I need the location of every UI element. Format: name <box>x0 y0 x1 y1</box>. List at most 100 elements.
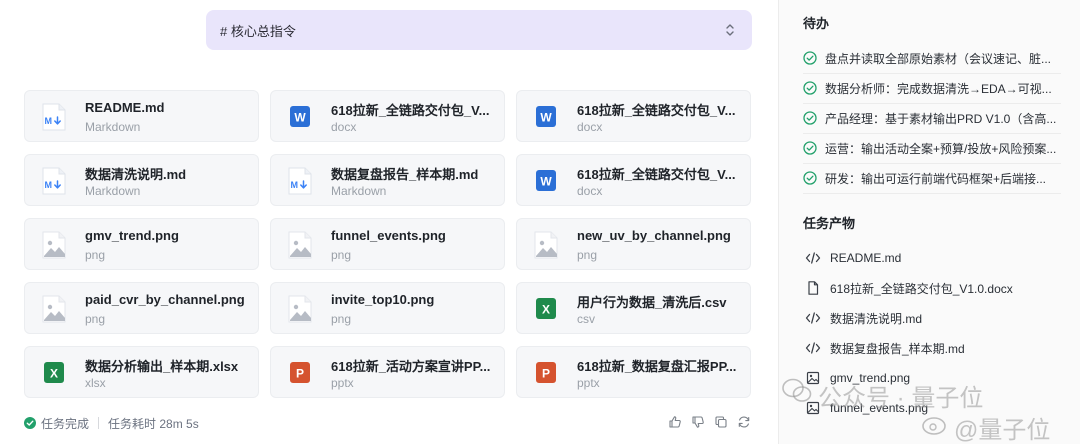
code-icon <box>805 251 821 265</box>
file-name: gmv_trend.png <box>85 228 179 243</box>
check-circle-icon <box>803 81 817 95</box>
file-type: docx <box>331 120 357 134</box>
file-card[interactable]: funnel_events.pngpng <box>270 218 505 270</box>
todo-item[interactable]: 产品经理：基于素材输出PRD V1.0（含高... <box>803 108 1056 128</box>
file-name: 数据复盘报告_样本期.md <box>331 167 479 182</box>
divider <box>803 163 1061 164</box>
file-card[interactable]: W 618拉新_全链路交付包_V...docx <box>516 90 751 142</box>
file-type: png <box>331 248 352 262</box>
image-icon <box>805 371 821 385</box>
image-file-icon <box>287 295 313 323</box>
check-circle-icon <box>24 417 36 429</box>
svg-text:P: P <box>296 367 304 381</box>
thumbs-down-icon[interactable] <box>691 415 705 429</box>
file-card[interactable]: P 618拉新_数据复盘汇报PP...pptx <box>516 346 751 398</box>
image-icon <box>805 401 821 415</box>
file-name: 618拉新_全链路交付包_V... <box>331 103 490 118</box>
file-type: png <box>331 312 352 326</box>
file-name: 618拉新_全链路交付包_V... <box>577 167 736 182</box>
file-name: 618拉新_全链路交付包_V... <box>577 103 736 118</box>
image-file-icon <box>41 231 67 259</box>
svg-text:P: P <box>542 367 550 381</box>
product-label: gmv_trend.png <box>830 371 911 385</box>
todo-item[interactable]: 研发：输出可运行前端代码框架+后端接... <box>803 168 1046 188</box>
divider <box>803 133 1061 134</box>
product-item[interactable]: 数据复盘报告_样本期.md <box>805 339 965 357</box>
file-card[interactable]: M 数据复盘报告_样本期.md Markdown <box>270 154 505 206</box>
product-item[interactable]: gmv_trend.png <box>805 369 910 387</box>
file-name: funnel_events.png <box>331 228 446 243</box>
check-circle-icon <box>803 141 817 155</box>
file-type: png <box>577 248 598 262</box>
product-label: 数据清洗说明.md <box>830 311 923 326</box>
divider <box>803 103 1061 104</box>
file-name: 用户行为数据_清洗后.csv <box>577 295 727 310</box>
file-type: Markdown <box>331 184 387 198</box>
file-card[interactable]: X 用户行为数据_清洗后.csvcsv <box>516 282 751 334</box>
todo-label: 运营：输出活动全案+预算/投放+风险预案... <box>825 141 1057 156</box>
excel-file-icon: X <box>41 359 67 387</box>
file-card[interactable]: W 618拉新_全链路交付包_V...docx <box>516 154 751 206</box>
file-type: Markdown <box>85 120 141 134</box>
file-card[interactable]: W 618拉新_全链路交付包_V...docx <box>270 90 505 142</box>
file-card[interactable]: new_uv_by_channel.pngpng <box>516 218 751 270</box>
document-icon <box>805 281 821 295</box>
file-type: png <box>85 312 106 326</box>
file-card[interactable]: P 618拉新_活动方案宣讲PP... pptx <box>270 346 505 398</box>
regenerate-icon[interactable] <box>737 415 751 429</box>
file-card[interactable]: X 数据分析输出_样本期.xlsx xlsx <box>24 346 259 398</box>
file-name: paid_cvr_by_channel.png <box>85 292 245 307</box>
copy-icon[interactable] <box>714 415 728 429</box>
svg-text:W: W <box>540 111 552 125</box>
file-type: pptx <box>577 376 600 390</box>
todo-item[interactable]: 数据分析师：完成数据清洗→EDA→可视... <box>803 78 1052 98</box>
file-card[interactable]: gmv_trend.pngpng <box>24 218 259 270</box>
section-header[interactable]: # 核心总指令 <box>206 10 752 50</box>
todo-label: 研发：输出可运行前端代码框架+后端接... <box>825 171 1047 186</box>
product-label: 618拉新_全链路交付包_V1.0.docx <box>830 281 1013 296</box>
check-circle-icon <box>803 171 817 185</box>
markdown-file-icon: M <box>41 103 67 131</box>
powerpoint-file-icon: P <box>533 359 559 387</box>
svg-text:X: X <box>50 367 58 381</box>
todo-item[interactable]: 盘点并读取全部原始素材（会议速记、脏... <box>803 48 1051 68</box>
file-card[interactable]: invite_top10.pngpng <box>270 282 505 334</box>
todo-section-title: 待办 <box>803 16 830 31</box>
product-label: funnel_events.png <box>830 401 929 415</box>
file-type: docx <box>577 184 603 198</box>
check-circle-icon <box>803 51 817 65</box>
task-status-text: 任务完成 <box>41 416 90 431</box>
svg-text:W: W <box>540 175 552 189</box>
expand-collapse-icon[interactable] <box>724 23 736 37</box>
feedback-actions <box>668 415 751 429</box>
markdown-file-icon: M <box>41 167 67 195</box>
divider <box>98 417 100 429</box>
product-label: 数据复盘报告_样本期.md <box>830 341 965 356</box>
image-file-icon <box>533 231 559 259</box>
todo-label: 盘点并读取全部原始素材（会议速记、脏... <box>825 51 1052 66</box>
file-type: pptx <box>331 376 354 390</box>
code-icon <box>805 341 821 355</box>
todo-label: 数据分析师：完成数据清洗→EDA→可视... <box>825 81 1052 96</box>
powerpoint-file-icon: P <box>287 359 313 387</box>
product-item[interactable]: 数据清洗说明.md <box>805 309 922 327</box>
todo-label: 产品经理：基于素材输出PRD V1.0（含高... <box>825 111 1057 126</box>
svg-text:X: X <box>542 303 550 317</box>
file-name: invite_top10.png <box>331 292 435 307</box>
file-card[interactable]: paid_cvr_by_channel.pngpng <box>24 282 259 334</box>
file-card[interactable]: M README.md Markdown <box>24 90 259 142</box>
file-name: new_uv_by_channel.png <box>577 228 731 243</box>
word-file-icon: W <box>533 167 559 195</box>
word-file-icon: W <box>287 103 313 131</box>
file-type: docx <box>577 120 603 134</box>
file-type: png <box>85 248 106 262</box>
task-elapsed-text: 任务耗时 28m 5s <box>108 416 199 431</box>
file-card[interactable]: M 数据清洗说明.md Markdown <box>24 154 259 206</box>
file-name: 618拉新_数据复盘汇报PP... <box>577 359 737 374</box>
file-type: csv <box>577 312 595 326</box>
product-item[interactable]: README.md <box>805 249 901 267</box>
todo-item[interactable]: 运营：输出活动全案+预算/投放+风险预案... <box>803 138 1056 158</box>
product-item[interactable]: funnel_events.png <box>805 399 928 417</box>
product-item[interactable]: 618拉新_全链路交付包_V1.0.docx <box>805 279 1013 297</box>
thumbs-up-icon[interactable] <box>668 415 682 429</box>
